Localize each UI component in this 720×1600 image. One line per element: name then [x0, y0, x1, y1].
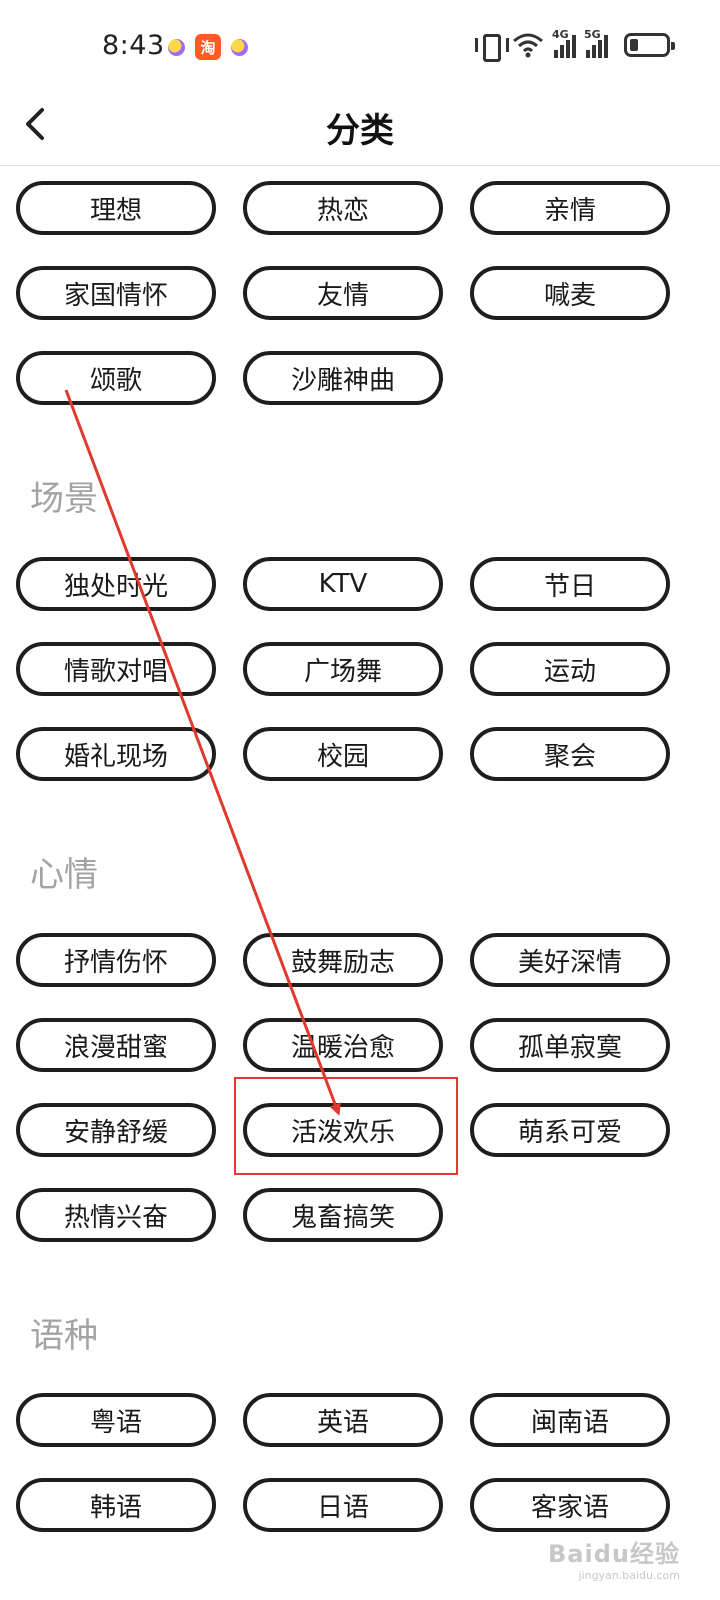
tag-group-mood: 抒情伤怀 鼓舞励志 美好深情 浪漫甜蜜 温暖治愈 孤单寂寞 安静舒缓 活泼欢乐 …: [16, 933, 676, 1242]
tag-item[interactable]: 情歌对唱: [16, 642, 216, 696]
tag-item[interactable]: 热恋: [243, 181, 443, 235]
section-title-scene: 场景: [30, 479, 98, 519]
tag-item[interactable]: 韩语: [16, 1478, 216, 1532]
tag-item[interactable]: 美好深情: [470, 933, 670, 987]
tag-item[interactable]: KTV: [243, 557, 443, 611]
tag-item[interactable]: 鬼畜搞笑: [243, 1188, 443, 1242]
tag-item[interactable]: 校园: [243, 727, 443, 781]
taobao-icon: 淘: [195, 34, 221, 60]
status-bar: 8:43 淘 4G 5G: [0, 0, 720, 95]
tag-group-language: 粤语 英语 闽南语 韩语 日语 客家语: [16, 1393, 676, 1532]
network-4g-label: 4G: [552, 28, 569, 41]
tag-item[interactable]: 日语: [243, 1478, 443, 1532]
tag-item-highlighted[interactable]: 活泼欢乐: [243, 1103, 443, 1157]
battery-icon: [624, 33, 675, 57]
status-time: 8:43: [102, 30, 165, 61]
tag-group-top: 理想 热恋 亲情 家国情怀 友情 喊麦 颂歌 沙雕神曲: [16, 181, 676, 405]
tag-item[interactable]: 闽南语: [470, 1393, 670, 1447]
app-notification-icon: [168, 38, 185, 56]
section-title-mood: 心情: [30, 855, 98, 895]
tag-item[interactable]: 粤语: [16, 1393, 216, 1447]
tag-item[interactable]: 广场舞: [243, 642, 443, 696]
app-header: 分类: [0, 95, 720, 166]
tag-item[interactable]: 温暖治愈: [243, 1018, 443, 1072]
wifi-icon: [512, 32, 544, 58]
signal-5g-icon: 5G: [584, 28, 608, 58]
tag-item[interactable]: 安静舒缓: [16, 1103, 216, 1157]
section-title-language: 语种: [30, 1316, 98, 1356]
tag-item[interactable]: 聚会: [470, 727, 670, 781]
tag-item[interactable]: 浪漫甜蜜: [16, 1018, 216, 1072]
page-title: 分类: [326, 111, 394, 151]
tag-item[interactable]: 沙雕神曲: [243, 351, 443, 405]
tag-item[interactable]: 运动: [470, 642, 670, 696]
signal-4g-icon: 4G: [552, 28, 576, 58]
tag-item[interactable]: 亲情: [470, 181, 670, 235]
notification-icons: 淘: [168, 34, 248, 60]
network-5g-label: 5G: [584, 28, 601, 41]
tag-item[interactable]: 孤单寂寞: [470, 1018, 670, 1072]
tag-item[interactable]: 抒情伤怀: [16, 933, 216, 987]
tag-item[interactable]: 节日: [470, 557, 670, 611]
tag-item[interactable]: 独处时光: [16, 557, 216, 611]
tag-item[interactable]: 家国情怀: [16, 266, 216, 320]
tag-item[interactable]: 婚礼现场: [16, 727, 216, 781]
vibrate-icon: [474, 32, 509, 62]
app-notification-icon: [231, 38, 248, 56]
tag-group-scene: 独处时光 KTV 节日 情歌对唱 广场舞 运动 婚礼现场 校园 聚会: [16, 557, 676, 781]
category-list[interactable]: 理想 热恋 亲情 家国情怀 友情 喊麦 颂歌 沙雕神曲 场景 独处时光 KTV …: [0, 166, 720, 1600]
system-indicators: 4G 5G: [474, 28, 675, 62]
tag-item[interactable]: 理想: [16, 181, 216, 235]
tag-item[interactable]: 鼓舞励志: [243, 933, 443, 987]
tag-item[interactable]: 客家语: [470, 1478, 670, 1532]
tag-item[interactable]: 英语: [243, 1393, 443, 1447]
tag-item[interactable]: 萌系可爱: [470, 1103, 670, 1157]
tag-item[interactable]: 友情: [243, 266, 443, 320]
tag-item[interactable]: 颂歌: [16, 351, 216, 405]
tag-item[interactable]: 热情兴奋: [16, 1188, 216, 1242]
tag-item[interactable]: 喊麦: [470, 266, 670, 320]
